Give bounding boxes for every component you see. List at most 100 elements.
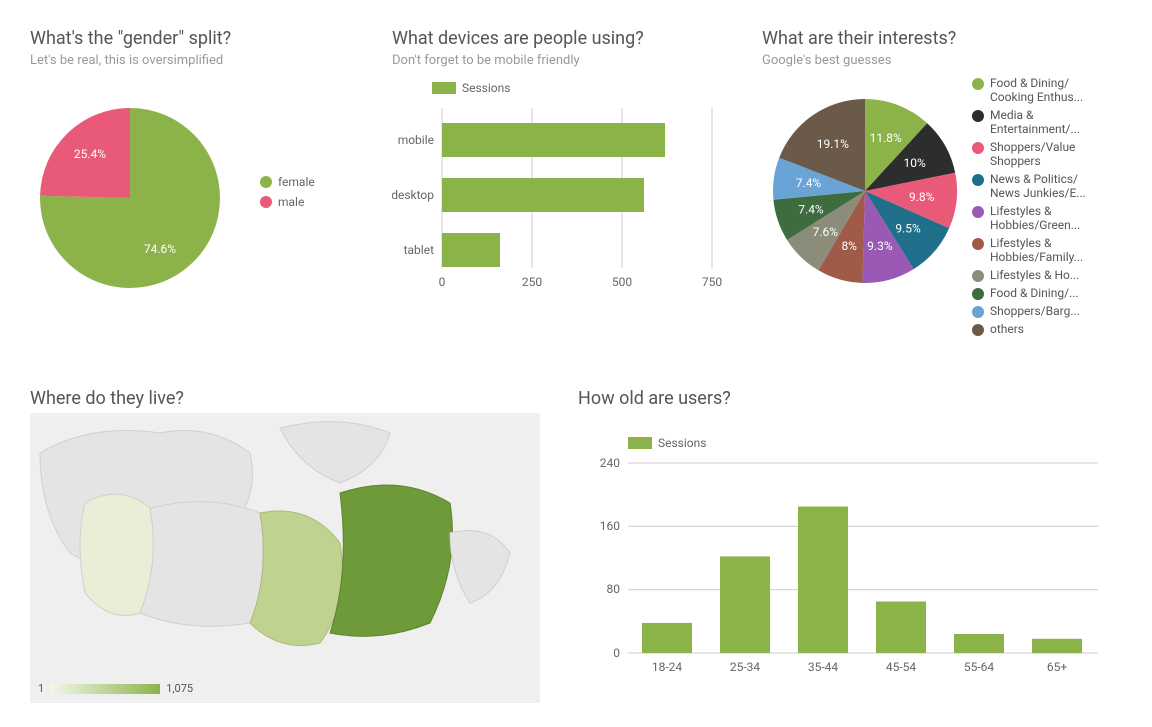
pie-slice-label: 8% <box>841 239 857 253</box>
legend-item-male[interactable]: male <box>278 195 304 209</box>
map-scale-min: 1 <box>38 682 44 695</box>
legend-label: Food & Dining/... <box>990 286 1079 300</box>
legend-item[interactable]: Shoppers/Value Shoppers <box>972 140 1142 168</box>
ytick: 80 <box>607 582 621 596</box>
legend-item-female[interactable]: female <box>278 175 315 189</box>
legend-label: Food & Dining/ Cooking Enthus... <box>990 76 1083 104</box>
chart-age: How old are users? Sessions 0 80 160 240 <box>578 388 1118 683</box>
pie-slice-label: 10% <box>904 156 926 170</box>
xtick: 18-24 <box>652 660 683 674</box>
legend-swatch <box>972 270 984 282</box>
bar-desktop[interactable] <box>442 178 644 212</box>
pie-label-male: 25.4% <box>74 147 106 161</box>
barchart-devices: Sessions mobile desktop tablet 0 250 <box>392 68 742 298</box>
legend-swatch <box>972 306 984 318</box>
svg-text:Sessions: Sessions <box>462 81 510 95</box>
pie-slice-label: 9.3% <box>867 239 893 253</box>
chart-devices: What devices are people using? Don't for… <box>392 28 742 298</box>
bar-age[interactable] <box>642 623 692 653</box>
pie-label-female: 74.6% <box>144 242 176 256</box>
xtick: 750 <box>702 275 722 289</box>
map-scale: 1 1,075 <box>38 682 193 695</box>
legend-label: Lifestyles & Ho... <box>990 268 1079 282</box>
xtick: 45-54 <box>886 660 917 674</box>
chart-title: What are their interests? <box>762 28 1142 49</box>
region-prairies[interactable] <box>140 502 263 627</box>
svg-text:Sessions: Sessions <box>658 436 706 450</box>
legend-item[interactable]: Lifestyles & Hobbies/Family... <box>972 236 1142 264</box>
chart-geo: Where do they live? 1 <box>30 388 540 703</box>
pie-slice-label: 7.4% <box>798 202 824 216</box>
legend-label: Shoppers/Value Shoppers <box>990 140 1075 168</box>
chart-interests: What are their interests? Google's best … <box>762 28 1142 340</box>
region-bc[interactable] <box>80 494 153 615</box>
chart-title: Where do they live? <box>30 388 540 409</box>
legend-label: Lifestyles & Hobbies/Green... <box>990 204 1080 232</box>
pie-slice-label: 9.5% <box>895 221 921 235</box>
legend-swatch <box>972 174 984 186</box>
bar-age[interactable] <box>1032 639 1082 653</box>
chart-title: What devices are people using? <box>392 28 742 49</box>
map-scale-max: 1,075 <box>166 682 193 695</box>
bar-age[interactable] <box>876 602 926 654</box>
xtick: 0 <box>439 275 446 289</box>
pie-slice-label: 7.6% <box>813 225 839 239</box>
bar-age[interactable] <box>720 556 770 653</box>
barchart-age: Sessions 0 80 160 240 18-24 25-34 35-44 45-… <box>578 413 1118 683</box>
legend-swatch <box>972 288 984 300</box>
xtick: 500 <box>612 275 632 289</box>
ytick: 240 <box>600 456 620 470</box>
pie-slice-label: 7.4% <box>796 176 822 190</box>
legend-gender: female male <box>260 175 315 209</box>
pie-slice-label: 9.8% <box>909 190 935 204</box>
bar-mobile[interactable] <box>442 123 665 157</box>
legend-item[interactable]: Food & Dining/... <box>972 286 1142 300</box>
xtick: 55-64 <box>964 660 995 674</box>
chart-gender: What's the "gender" split? Let's be real… <box>30 28 370 298</box>
bar-tablet[interactable] <box>442 233 500 267</box>
chart-subtitle: Google's best guesses <box>762 53 1142 68</box>
chart-subtitle: Let's be real, this is oversimplified <box>30 53 370 68</box>
cat-mobile: mobile <box>398 133 434 147</box>
chart-title: How old are users? <box>578 388 1118 409</box>
legend-label: Shoppers/Barg... <box>990 304 1080 318</box>
legend-label: Lifestyles & Hobbies/Family... <box>990 236 1083 264</box>
pie-gender: 25.4% 74.6% female male <box>30 68 370 298</box>
ytick: 160 <box>600 519 620 533</box>
bar-age[interactable] <box>798 507 848 654</box>
legend-devices[interactable]: Sessions <box>432 81 510 95</box>
legend-item[interactable]: News & Politics/ News Junkies/E... <box>972 172 1142 200</box>
xtick: 250 <box>522 275 542 289</box>
ytick: 0 <box>613 646 620 660</box>
legend-item[interactable]: Lifestyles & Ho... <box>972 268 1142 282</box>
region-quebec[interactable] <box>330 485 453 636</box>
region-ontario[interactable] <box>250 511 343 646</box>
legend-label: Media & Entertainment/... <box>990 108 1080 136</box>
legend-item[interactable]: Media & Entertainment/... <box>972 108 1142 136</box>
map-scale-bar <box>50 684 160 694</box>
chart-subtitle: Don't forget to be mobile friendly <box>392 53 742 68</box>
legend-age[interactable]: Sessions <box>628 436 706 450</box>
legend-item[interactable]: others <box>972 322 1142 336</box>
bar-age[interactable] <box>954 634 1004 653</box>
legend-interests: Food & Dining/ Cooking Enthus... Media & … <box>972 76 1142 340</box>
map-canada[interactable]: 1 1,075 <box>30 413 540 703</box>
pie-interests: 11.8%10% 9.8% 9.5%9.3% 8%7.6% 7.4% 7.4% 19.1% <box>762 76 968 306</box>
legend-swatch <box>972 78 984 90</box>
legend-swatch <box>972 142 984 154</box>
legend-item[interactable]: Lifestyles & Hobbies/Green... <box>972 204 1142 232</box>
legend-item[interactable]: Shoppers/Barg... <box>972 304 1142 318</box>
legend-swatch <box>972 110 984 122</box>
legend-label: News & Politics/ News Junkies/E... <box>990 172 1086 200</box>
legend-item[interactable]: Food & Dining/ Cooking Enthus... <box>972 76 1142 104</box>
legend-swatch <box>972 206 984 218</box>
xtick: 35-44 <box>808 660 839 674</box>
pie-slice-label: 11.8% <box>870 131 902 145</box>
pie-slice-label: 19.1% <box>817 137 849 151</box>
xtick: 25-34 <box>730 660 761 674</box>
cat-tablet: tablet <box>404 243 434 257</box>
legend-swatch <box>972 238 984 250</box>
xtick: 65+ <box>1047 660 1067 674</box>
cat-desktop: desktop <box>392 188 434 202</box>
legend-swatch <box>972 324 984 336</box>
